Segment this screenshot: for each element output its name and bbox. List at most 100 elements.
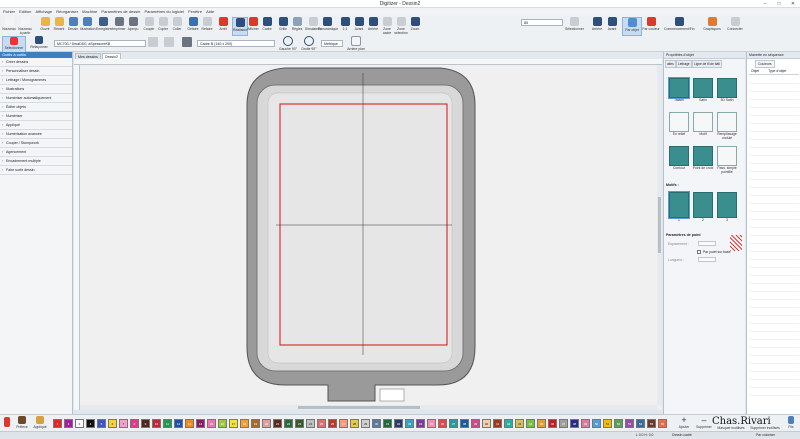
palette-color-swatch[interactable]: 48 [570, 419, 579, 428]
ribbon-button-grid[interactable]: Grille [276, 17, 290, 34]
menu-help[interactable]: Aide [206, 8, 214, 15]
palette-color-swatch[interactable]: 1 [53, 419, 62, 428]
menu-view[interactable]: Affichage [36, 8, 53, 15]
ribbon-button-graphics[interactable]: Graphiques [703, 17, 721, 34]
maximize-button[interactable]: □ [772, 0, 786, 8]
ribbon-button-save[interactable]: Enregistrer [96, 17, 113, 34]
palette-color-swatch[interactable]: 23 [295, 419, 304, 428]
palette-color-swatch[interactable]: 18 [240, 419, 249, 428]
ribbon-button-copy[interactable]: Copier [156, 17, 170, 34]
pattern-option[interactable]: 2 [692, 192, 714, 223]
length-input[interactable] [698, 257, 716, 262]
toolbox-item[interactable]: Couper / Stumpwork [0, 139, 72, 148]
palette-color-swatch[interactable]: 17 [229, 419, 238, 428]
stitch-type-option[interactable]: En relief [668, 112, 690, 137]
horizontal-scrollbar[interactable] [80, 405, 657, 410]
threads-button[interactable]: Fils [785, 416, 797, 429]
palette-color-swatch[interactable]: 10 [152, 419, 161, 428]
palette-color-swatch[interactable]: 26 [328, 419, 337, 428]
ribbon-button-by-object[interactable]: Par objet [622, 17, 642, 36]
add-color-button[interactable]: + Ajouter [675, 416, 693, 430]
palette-color-swatch[interactable]: 20 [262, 419, 271, 428]
ribbon-button-preview[interactable]: Aperçu [126, 17, 140, 34]
palette-color-swatch[interactable]: 2 [64, 419, 73, 428]
palette-color-swatch[interactable]: 31 [383, 419, 392, 428]
stitch-type-option[interactable]: Tatami [668, 77, 690, 103]
rotate-left-button[interactable]: Gauche 90° [278, 36, 298, 52]
palette-color-swatch[interactable]: 53 [625, 419, 634, 428]
palette-menu-button[interactable] [3, 417, 11, 428]
palette-color-swatch[interactable]: 40 [482, 419, 491, 428]
ribbon-button-show[interactable]: Afficher [246, 17, 260, 34]
vertical-scrollbar[interactable] [657, 65, 662, 405]
minimize-button[interactable]: – [758, 0, 772, 8]
palette-color-swatch[interactable]: 21 [273, 419, 282, 428]
ribbon-button-zoom-selection[interactable]: Zone sélection [394, 17, 408, 35]
menu-file[interactable]: Fichier [3, 8, 15, 15]
ribbon-button-design[interactable]: Dessin [66, 17, 80, 34]
palette-color-swatch[interactable]: 54 [636, 419, 645, 428]
stitch-type-option[interactable]: Motif [692, 112, 714, 137]
menu-window[interactable]: Fenêtre [188, 8, 202, 15]
palette-color-swatch[interactable]: 33 [405, 419, 414, 428]
palette-color-swatch[interactable]: 56 [658, 419, 667, 428]
random-checkbox[interactable] [697, 250, 701, 254]
palette-color-swatch[interactable]: 6 [108, 419, 117, 428]
palette-color-swatch[interactable]: 47 [559, 419, 568, 428]
pattern-option[interactable]: 3 [716, 192, 738, 223]
palette-color-swatch[interactable]: 45 [537, 419, 546, 428]
palette-color-swatch[interactable]: 16 [218, 419, 227, 428]
palette-color-swatch[interactable]: 19 [251, 419, 260, 428]
apply-color-button[interactable]: Appliqué [31, 416, 49, 429]
palette-color-swatch[interactable]: 28 [350, 419, 359, 428]
zoom-level-field[interactable]: 85 [521, 19, 563, 26]
sequence-list[interactable] [749, 76, 799, 402]
palette-color-swatch[interactable]: 5 [97, 419, 106, 428]
ribbon-button-redo[interactable]: Refaire [200, 17, 214, 34]
ribbon-button-rulers[interactable]: Règles [290, 17, 304, 34]
palette-color-swatch[interactable]: 38 [460, 419, 469, 428]
pattern-option[interactable]: 1 [668, 191, 690, 223]
spacing-input[interactable] [698, 241, 716, 246]
toolbox-item[interactable]: Numériser automatiquement [0, 94, 72, 103]
toolbox-item[interactable]: Numériser [0, 112, 72, 121]
hide-unused-button[interactable]: Masquer inutilisés [716, 426, 746, 430]
toolbox-item[interactable]: Éditer objets [0, 103, 72, 112]
ribbon-button-pan[interactable]: Panoramique [318, 17, 338, 34]
palette-color-swatch[interactable]: 46 [548, 419, 557, 428]
background-button[interactable]: Arrière plan [345, 36, 367, 52]
tab-basting[interactable]: Ligne de fil de bâti [692, 60, 722, 68]
palette-color-swatch[interactable]: 29 [361, 419, 370, 428]
ribbon-button-undo[interactable]: Défaire [186, 17, 200, 34]
menu-design-settings[interactable]: Paramètres de dessin [101, 8, 140, 15]
tab-lettering[interactable]: Lettrage [676, 60, 692, 68]
ribbon-button-zoom-out[interactable]: Arrière [366, 17, 380, 34]
stitch-type-option[interactable]: Satin [692, 78, 714, 103]
toolbox-item[interactable]: Lettrage / Monogrammes [0, 76, 72, 85]
palette-color-swatch[interactable]: 11 [163, 419, 172, 428]
palette-color-swatch[interactable]: 3 [75, 419, 84, 428]
palette-color-swatch[interactable]: 8 [130, 419, 139, 428]
palette-color-swatch[interactable]: 12 [174, 419, 183, 428]
units-select[interactable]: Métrique [321, 40, 343, 47]
remove-color-button[interactable]: – Supprimer [694, 416, 714, 430]
rotate-right-button[interactable]: Droite 90° [299, 36, 319, 52]
stitch-type-option[interactable]: Pass. simple pointillé [716, 146, 738, 174]
palette-color-swatch[interactable]: 22 [284, 419, 293, 428]
ribbon-button-by-color[interactable]: Par couleur [642, 17, 660, 34]
close-button[interactable]: ✕ [786, 0, 800, 8]
ribbon-button-connect[interactable]: Connecter [726, 17, 744, 34]
palette-color-swatch[interactable]: 44 [526, 419, 535, 428]
ribbon-button-zoom-11[interactable]: 1:1 [338, 17, 352, 34]
tab-shapes[interactable]: aites [665, 60, 676, 68]
toolbox-item[interactable]: Personnaliser dessin [0, 67, 72, 76]
stitch-type-option[interactable]: Point de croix [692, 146, 714, 171]
toolbox-item[interactable]: Appliqué [0, 121, 72, 130]
palette-color-swatch[interactable]: 52 [614, 419, 623, 428]
ribbon-button-start-end[interactable]: Commencement/Fin [664, 17, 695, 34]
toolbox-item[interactable]: Numérisation avancée [0, 130, 72, 139]
stitch-type-option[interactable]: 3D Satin [716, 78, 738, 103]
palette-color-swatch[interactable]: 55 [647, 419, 656, 428]
ribbon-button-cut[interactable]: Couper [142, 17, 156, 34]
palette-color-swatch[interactable]: 24 [306, 419, 315, 428]
